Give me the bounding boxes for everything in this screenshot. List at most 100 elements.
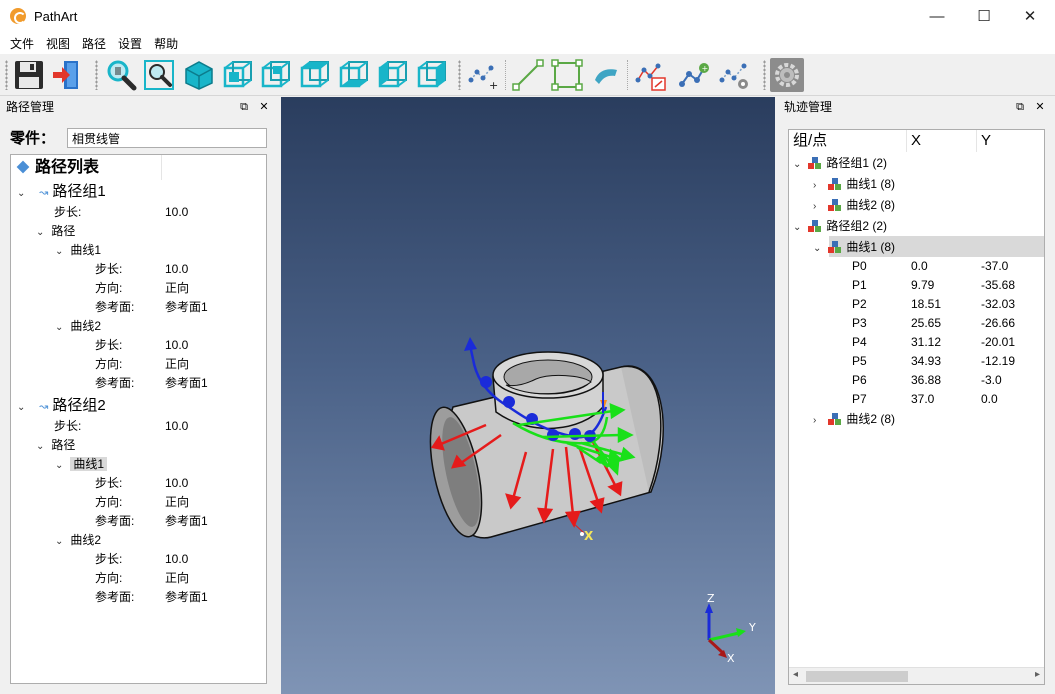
tree-item-g2-curve1-selected[interactable]: ⌄ 曲线1 (8) bbox=[813, 238, 895, 257]
chevron-down-icon[interactable]: ⌄ bbox=[36, 437, 48, 456]
menu-path[interactable]: 路径 bbox=[76, 35, 112, 52]
toolbar-grip[interactable] bbox=[763, 60, 766, 90]
tree-item-group2[interactable]: ⌄ 路径组2 (2) bbox=[793, 217, 887, 236]
chevron-down-icon[interactable]: ⌄ bbox=[55, 318, 67, 337]
menu-file[interactable]: 文件 bbox=[4, 35, 40, 52]
path-tree[interactable]: 路径列表 ⌄ ↝ 路径组1 步长: 10.0 ⌄ 路径 ⌄ 曲线1 步长: 10.… bbox=[10, 154, 267, 684]
top-view-icon[interactable] bbox=[298, 58, 332, 92]
tree-item-group1[interactable]: ⌄ ↝ 路径组1 bbox=[17, 182, 106, 201]
chevron-down-icon[interactable]: ⌄ bbox=[55, 456, 67, 475]
tree-item-curve1[interactable]: ⌄ 曲线1 bbox=[55, 241, 101, 260]
bottom-view-icon[interactable] bbox=[337, 58, 371, 92]
close-panel-button[interactable]: ✕ bbox=[1032, 97, 1048, 118]
chevron-right-icon[interactable]: › bbox=[813, 197, 825, 216]
part-name-input[interactable] bbox=[67, 128, 267, 148]
front-view-icon[interactable] bbox=[221, 58, 255, 92]
panel-title: 路径管理 bbox=[0, 97, 276, 118]
zoom-icon[interactable] bbox=[104, 58, 138, 92]
tree-item-group1[interactable]: ⌄ 路径组1 (2) bbox=[793, 154, 887, 173]
tree-item-curve1-selected[interactable]: ⌄ 曲线1 bbox=[55, 455, 108, 475]
scroll-right-icon[interactable]: ▸ bbox=[1035, 669, 1040, 680]
point-row[interactable]: P6 bbox=[852, 371, 867, 390]
rectangle-icon[interactable] bbox=[550, 58, 584, 92]
tree-label: 参考面: bbox=[95, 300, 135, 314]
tree-item-curve2[interactable]: ⌄ 曲线2 bbox=[55, 531, 101, 550]
back-view-icon[interactable] bbox=[259, 58, 293, 92]
tree-item-path[interactable]: ⌄ 路径 bbox=[36, 222, 75, 241]
chevron-down-icon[interactable]: ⌄ bbox=[36, 223, 48, 242]
menu-settings[interactable]: 设置 bbox=[112, 35, 148, 52]
point-row[interactable]: P3 bbox=[852, 314, 867, 333]
tree-label: 参考面: bbox=[95, 590, 135, 604]
line-icon[interactable] bbox=[511, 58, 545, 92]
path-node-icon[interactable]: + bbox=[677, 58, 711, 92]
maximize-button[interactable]: ☐ bbox=[961, 0, 1007, 32]
tree-label: 参考面: bbox=[95, 376, 135, 390]
axis-triad: Z Y X bbox=[705, 592, 756, 665]
chevron-down-icon[interactable]: ⌄ bbox=[793, 155, 805, 174]
scrollbar-thumb[interactable] bbox=[806, 671, 908, 682]
chevron-down-icon[interactable]: ⌄ bbox=[813, 239, 825, 258]
save-icon[interactable] bbox=[12, 58, 46, 92]
tree-label: 步长: bbox=[95, 552, 123, 566]
point-x: 18.51 bbox=[911, 297, 942, 311]
float-panel-button[interactable]: ⧉ bbox=[236, 97, 252, 118]
solid-cube-icon[interactable] bbox=[182, 58, 216, 92]
point-row[interactable]: P0 bbox=[852, 257, 867, 276]
column-header-x[interactable]: X bbox=[911, 130, 921, 152]
toolbar-grip[interactable] bbox=[5, 60, 8, 90]
right-view-icon[interactable] bbox=[415, 58, 449, 92]
left-view-icon[interactable] bbox=[376, 58, 410, 92]
tree-value: 正向 bbox=[165, 281, 190, 295]
point-y: -12.19 bbox=[981, 354, 1016, 368]
tree-item-group2[interactable]: ⌄ ↝ 路径组2 bbox=[17, 396, 106, 415]
point-y: -37.0 bbox=[981, 259, 1009, 273]
tree-item-curve2[interactable]: ⌄ 曲线2 bbox=[55, 317, 101, 336]
tree-label: 方向: bbox=[95, 495, 123, 509]
zoom-fit-icon[interactable] bbox=[142, 58, 176, 92]
horizontal-scrollbar[interactable]: ◂ ▸ bbox=[789, 667, 1044, 684]
3d-viewport[interactable]: X Z Y X bbox=[281, 97, 775, 694]
tree-value: 参考面1 bbox=[165, 300, 208, 314]
trajectory-tree[interactable]: 组/点 X Y ⌄ 路径组1 (2) › 曲线1 (8) › 曲线2 (8) ⌄… bbox=[788, 129, 1045, 685]
tree-item-g1-curve1[interactable]: › 曲线1 (8) bbox=[813, 175, 895, 194]
app-logo-icon bbox=[10, 8, 26, 24]
chevron-down-icon[interactable]: ⌄ bbox=[55, 242, 67, 261]
settings-gear-icon[interactable] bbox=[770, 58, 804, 92]
chevron-down-icon[interactable]: ⌄ bbox=[17, 398, 29, 417]
part-label: 零件： bbox=[10, 130, 56, 147]
edit-path-icon[interactable] bbox=[634, 58, 668, 92]
point-row[interactable]: P5 bbox=[852, 352, 867, 371]
tree-value: 10.0 bbox=[165, 338, 189, 352]
point-row[interactable]: P7 bbox=[852, 390, 867, 409]
chevron-right-icon[interactable]: › bbox=[813, 411, 825, 430]
chevron-down-icon[interactable]: ⌄ bbox=[793, 218, 805, 237]
float-panel-button[interactable]: ⧉ bbox=[1012, 97, 1028, 118]
menu-view[interactable]: 视图 bbox=[40, 35, 76, 52]
path-check-icon[interactable] bbox=[718, 58, 752, 92]
chevron-down-icon[interactable]: ⌄ bbox=[55, 532, 67, 551]
scroll-left-icon[interactable]: ◂ bbox=[793, 669, 798, 680]
surface-icon[interactable] bbox=[589, 58, 623, 92]
tree-item-g2-curve2[interactable]: › 曲线2 (8) bbox=[813, 410, 895, 429]
exit-icon[interactable] bbox=[50, 58, 84, 92]
tree-value: 正向 bbox=[165, 495, 190, 509]
point-row[interactable]: P2 bbox=[852, 295, 867, 314]
minimize-button[interactable]: — bbox=[914, 0, 960, 32]
point-row[interactable]: P1 bbox=[852, 276, 867, 295]
tree-item-g1-curve2[interactable]: › 曲线2 (8) bbox=[813, 196, 895, 215]
axis-y-label: Y bbox=[748, 621, 756, 634]
tree-value: 参考面1 bbox=[165, 514, 208, 528]
column-header-group[interactable]: 组/点 bbox=[793, 130, 827, 152]
chevron-down-icon[interactable]: ⌄ bbox=[17, 184, 29, 203]
toolbar-grip[interactable] bbox=[95, 60, 98, 90]
toolbar-grip[interactable] bbox=[458, 60, 461, 90]
tree-item-path[interactable]: ⌄ 路径 bbox=[36, 436, 75, 455]
close-button[interactable]: ✕ bbox=[1007, 0, 1053, 32]
column-header-y[interactable]: Y bbox=[981, 130, 991, 152]
point-row[interactable]: P4 bbox=[852, 333, 867, 352]
close-panel-button[interactable]: ✕ bbox=[256, 97, 272, 118]
add-path-icon[interactable]: + bbox=[467, 58, 501, 92]
menu-help[interactable]: 帮助 bbox=[148, 35, 184, 52]
chevron-right-icon[interactable]: › bbox=[813, 176, 825, 195]
